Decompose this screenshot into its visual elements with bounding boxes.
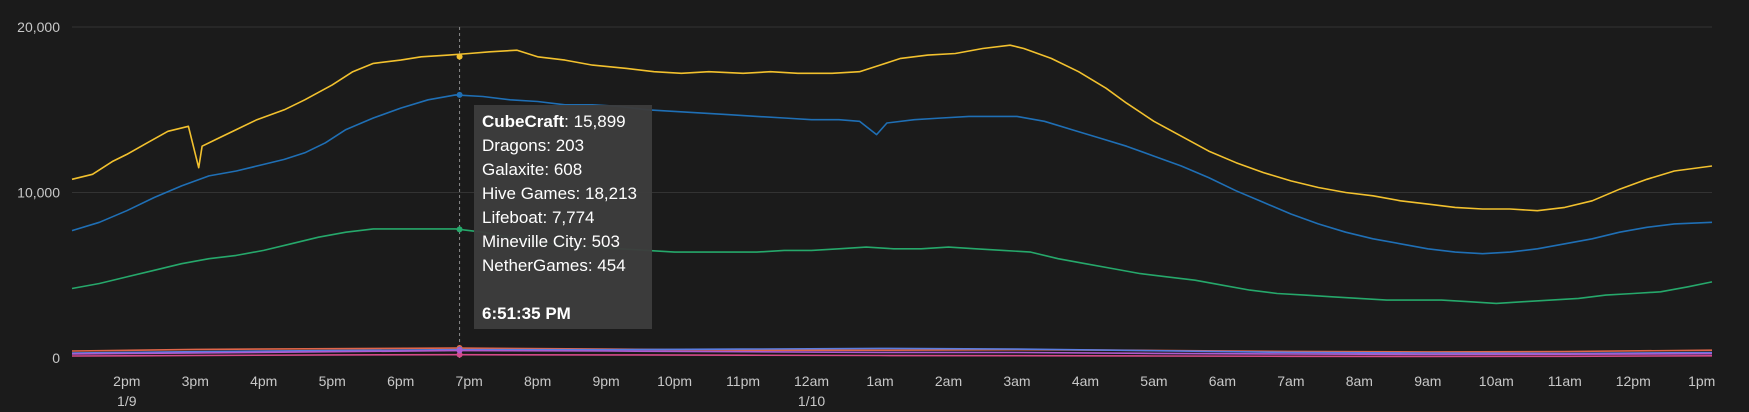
tooltip-series-name: Galaxite bbox=[482, 160, 545, 179]
tooltip-row-hive-games: Hive Games: 18,213 bbox=[482, 184, 637, 203]
tooltip-row-mineville-city: Mineville City: 503 bbox=[482, 232, 620, 251]
series-line-cubecraft[interactable] bbox=[71, 94, 1713, 255]
tooltip-series-value: 15,899 bbox=[573, 112, 626, 131]
x-date-label: 1/9 bbox=[117, 393, 137, 409]
x-tick-label: 12pm bbox=[1616, 373, 1651, 389]
tooltip-row-dragons: Dragons: 203 bbox=[482, 136, 585, 155]
hover-point bbox=[456, 91, 463, 98]
tooltip-series-name: Dragons bbox=[482, 136, 547, 155]
y-tick-label: 0 bbox=[52, 350, 60, 366]
x-tick-label: 3pm bbox=[182, 373, 209, 389]
x-tick-label: 9am bbox=[1414, 373, 1441, 389]
tooltip-series-value: 503 bbox=[591, 232, 620, 251]
tooltip-series-value: 7,774 bbox=[551, 208, 595, 227]
tooltip-series-value: 18,213 bbox=[584, 184, 637, 203]
series-line-hive-games[interactable] bbox=[71, 44, 1713, 212]
x-tick-label: 11pm bbox=[726, 373, 760, 389]
tooltip-series-name: Lifeboat bbox=[482, 208, 543, 227]
chart-tooltip: CubeCraft: 15,899 Dragons: 203 Galaxite:… bbox=[474, 105, 652, 329]
x-axis: 2pm 3pm 4pm 5pm 6pm 7pm 8pm 9pm 10pm 11pm 12am 1am 2… bbox=[113, 373, 1715, 409]
x-tick-label: 1am bbox=[866, 373, 893, 389]
tooltip-row-cubecraft: CubeCraft: 15,899 bbox=[482, 112, 626, 131]
x-tick-label: 7am bbox=[1277, 373, 1304, 389]
x-tick-label: 8am bbox=[1346, 373, 1373, 389]
x-tick-label: 1pm bbox=[1688, 373, 1715, 389]
line-chart: 0 10,000 20,000 2pm 3pm 4pm 5pm 6pm 7pm 8pm 9pm 10… bbox=[17, 19, 1715, 409]
tooltip-row-galaxite: Galaxite: 608 bbox=[482, 160, 583, 179]
grid-lines bbox=[72, 26, 1712, 193]
x-tick-label: 5am bbox=[1140, 373, 1167, 389]
x-tick-label: 7pm bbox=[456, 373, 483, 389]
x-tick-label: 12am bbox=[794, 373, 829, 389]
tooltip-series-name: Hive Games bbox=[482, 184, 576, 203]
tooltip-series-value: 454 bbox=[597, 256, 626, 275]
tooltip-series-value: 608 bbox=[553, 160, 583, 179]
y-tick-label: 10,000 bbox=[17, 185, 60, 201]
x-tick-label: 3am bbox=[1003, 373, 1030, 389]
y-tick-label: 20,000 bbox=[17, 19, 60, 35]
x-date-label: 1/10 bbox=[798, 393, 825, 409]
x-tick-label: 10pm bbox=[657, 373, 692, 389]
x-tick-label: 2pm bbox=[113, 373, 140, 389]
x-tick-label: 5pm bbox=[319, 373, 346, 389]
x-tick-label: 8pm bbox=[524, 373, 551, 389]
y-axis: 0 10,000 20,000 bbox=[17, 19, 60, 366]
x-tick-label: 6am bbox=[1209, 373, 1236, 389]
hover-point bbox=[456, 226, 463, 233]
series-lines[interactable] bbox=[71, 44, 1713, 358]
x-tick-label: 11am bbox=[1548, 373, 1582, 389]
tooltip-series-value: 203 bbox=[555, 136, 585, 155]
tooltip-time: 6:51:35 PM bbox=[482, 304, 571, 323]
x-tick-label: 6pm bbox=[387, 373, 414, 389]
hover-point bbox=[456, 347, 463, 354]
tooltip-series-name: Mineville City bbox=[482, 232, 583, 251]
x-tick-label: 4pm bbox=[250, 373, 277, 389]
x-tick-label: 4am bbox=[1072, 373, 1099, 389]
tooltip-series-name: NetherGames bbox=[482, 256, 588, 275]
x-tick-label: 10am bbox=[1479, 373, 1514, 389]
tooltip-row-lifeboat: Lifeboat: 7,774 bbox=[482, 208, 595, 227]
x-tick-label: 2am bbox=[935, 373, 962, 389]
series-line-lifeboat[interactable] bbox=[71, 228, 1713, 305]
tooltip-row-nethergames: NetherGames: 454 bbox=[482, 256, 626, 275]
x-tick-label: 9pm bbox=[592, 373, 619, 389]
tooltip-series-name: CubeCraft bbox=[482, 112, 565, 131]
hover-point bbox=[456, 53, 463, 60]
